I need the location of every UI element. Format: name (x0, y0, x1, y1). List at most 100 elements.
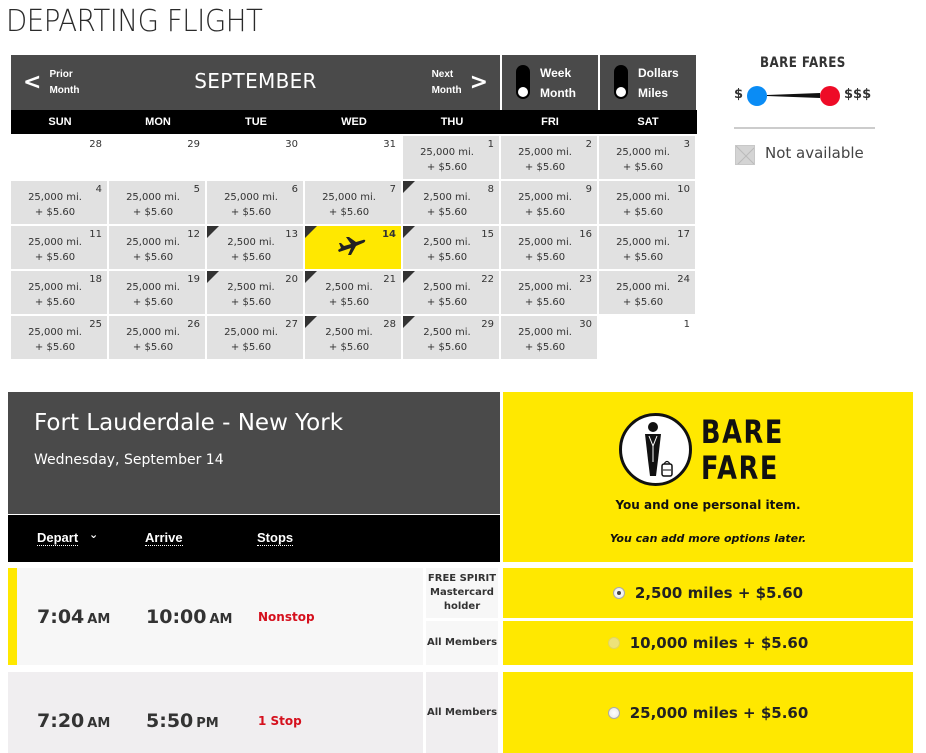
calendar-day[interactable]: 21 2,500 mi. + $5.60 (305, 271, 401, 314)
calendar-day[interactable]: 9 25,000 mi. + $5.60 (501, 181, 597, 224)
toggle-switch[interactable] (614, 65, 628, 99)
fare-radio[interactable] (607, 706, 620, 719)
calendar-day[interactable]: 18 25,000 mi. + $5.60 (11, 271, 107, 314)
day-fare: 2,500 mi. + $5.60 (403, 235, 491, 265)
fare-fee: + $5.60 (524, 252, 566, 263)
calendar-day[interactable]: 25 25,000 mi. + $5.60 (11, 316, 107, 359)
fare-fee: + $5.60 (328, 297, 370, 308)
day-fare: 25,000 mi. + $5.60 (11, 190, 99, 220)
calendar-day[interactable]: 1 25,000 mi. + $5.60 (403, 136, 499, 179)
calendar-day[interactable]: 10 25,000 mi. + $5.60 (599, 181, 695, 224)
calendar-day[interactable]: 8 2,500 mi. + $5.60 (403, 181, 499, 224)
calendar-day[interactable]: 19 25,000 mi. + $5.60 (109, 271, 205, 314)
calendar-day[interactable]: 7 25,000 mi. + $5.60 (305, 181, 401, 224)
fare-radio[interactable] (612, 587, 625, 599)
calendar-day[interactable]: 6 25,000 mi. + $5.60 (207, 181, 303, 224)
sort-depart[interactable]: Depart (37, 530, 79, 546)
calendar-day[interactable]: 17 25,000 mi. + $5.60 (599, 226, 695, 269)
toggle-switch[interactable] (516, 65, 530, 99)
day-of-week-header: SUN (48, 116, 72, 128)
day-fare: 25,000 mi. + $5.60 (109, 325, 197, 355)
calendar-day[interactable]: 30 25,000 mi. + $5.60 (501, 316, 597, 359)
price-scale: $ $$$ (734, 85, 879, 107)
calendar-day[interactable]: 22 2,500 mi. + $5.60 (403, 271, 499, 314)
calendar-day-selected[interactable]: 14 (305, 226, 401, 269)
chevron-right-icon: > (469, 69, 488, 95)
day-of-week-header: WED (341, 116, 367, 128)
day-number: 30 (285, 139, 298, 150)
toggle-option-dollars[interactable]: Dollars (638, 66, 679, 80)
toggle-option-miles[interactable]: Miles (638, 86, 668, 100)
fare-miles: 25,000 mi. (518, 327, 572, 338)
member-type-label: All Members (426, 672, 498, 753)
route-title: Fort Lauderdale - New York (34, 410, 344, 436)
fare-fee: + $5.60 (524, 342, 566, 353)
day-number: 28 (89, 139, 102, 150)
toggle-knob (616, 87, 626, 97)
fare-miles: 25,000 mi. (28, 327, 82, 338)
fare-miles: 25,000 mi. (28, 192, 82, 203)
calendar-grid: 28 29 30 31 1 25,000 mi. + $5.60 2 25,000 mi. + $… (11, 136, 699, 359)
member-type-label: FREE SPIRIT Mastercard holder (426, 568, 498, 618)
week-month-toggle[interactable]: Week Month (502, 55, 598, 110)
fare-miles: 2,500 mi. (423, 327, 471, 338)
calendar-day[interactable]: 26 25,000 mi. + $5.60 (109, 316, 205, 359)
fare-miles: 2,500 mi. (325, 327, 373, 338)
toggle-option-week[interactable]: Week (540, 66, 571, 80)
fare-fee: + $5.60 (34, 297, 76, 308)
fare-fee: + $5.60 (132, 207, 174, 218)
calendar-day[interactable]: 13 2,500 mi. + $5.60 (207, 226, 303, 269)
day-fare: 25,000 mi. + $5.60 (11, 325, 99, 355)
day-fare: 25,000 mi. + $5.60 (11, 235, 99, 265)
calendar-day[interactable]: 23 25,000 mi. + $5.60 (501, 271, 597, 314)
calendar-day[interactable]: 16 25,000 mi. + $5.60 (501, 226, 597, 269)
fare-fee: + $5.60 (230, 252, 272, 263)
fare-radio[interactable] (607, 637, 620, 649)
toggle-option-month[interactable]: Month (540, 86, 576, 100)
calendar-day[interactable]: 15 2,500 mi. + $5.60 (403, 226, 499, 269)
day-number: 29 (187, 139, 200, 150)
fare-miles: 25,000 mi. (126, 237, 180, 248)
calendar-day[interactable]: 11 25,000 mi. + $5.60 (11, 226, 107, 269)
day-fare: 2,500 mi. + $5.60 (403, 325, 491, 355)
calendar-day[interactable]: 4 25,000 mi. + $5.60 (11, 181, 107, 224)
fare-miles: 25,000 mi. (28, 282, 82, 293)
calendar-day[interactable]: 28 2,500 mi. + $5.60 (305, 316, 401, 359)
fare-option[interactable]: 25,000 miles + $5.60 (503, 672, 913, 753)
high-price-label: $$$ (844, 87, 872, 102)
day-of-week-header: TUE (245, 116, 267, 128)
fare-option[interactable]: 2,500 miles + $5.60 (503, 568, 913, 618)
fare-miles: 25,000 mi. (616, 192, 670, 203)
sort-arrive[interactable]: Arrive (145, 530, 183, 546)
personal-item-icon (619, 413, 692, 486)
day-fare: 25,000 mi. + $5.60 (207, 325, 295, 355)
fare-fee: + $5.60 (426, 207, 468, 218)
next-month-button[interactable]: Next Month > (432, 55, 488, 110)
sort-stops[interactable]: Stops (257, 530, 294, 546)
calendar-day[interactable]: 27 25,000 mi. + $5.60 (207, 316, 303, 359)
calendar-day[interactable]: 29 2,500 mi. + $5.60 (403, 316, 499, 359)
bare-fare-title: BARE FARE (701, 413, 784, 487)
fare-fee: + $5.60 (230, 342, 272, 353)
flight-row[interactable]: 7:20 AM 5:50 PM 1 Stop (8, 672, 423, 753)
day-fare: 2,500 mi. + $5.60 (403, 280, 491, 310)
low-price-label: $ (734, 87, 744, 102)
calendar-day[interactable]: 2 25,000 mi. + $5.60 (501, 136, 597, 179)
dollars-miles-toggle[interactable]: Dollars Miles (600, 55, 696, 110)
chevron-down-icon[interactable]: ⌄ (89, 528, 98, 541)
fare-fee: + $5.60 (622, 162, 664, 173)
flight-row[interactable]: 7:04 AM 10:00 AM Nonstop (8, 568, 423, 665)
day-fare: 25,000 mi. + $5.60 (109, 280, 197, 310)
day-fare: 25,000 mi. + $5.60 (501, 235, 589, 265)
day-fare: 25,000 mi. + $5.60 (109, 190, 197, 220)
sort-bar: Depart ⌄ Arrive Stops (8, 515, 500, 562)
legend-title: BARE FARES (760, 55, 846, 71)
calendar-day[interactable]: 5 25,000 mi. + $5.60 (109, 181, 205, 224)
calendar-day[interactable]: 12 25,000 mi. + $5.60 (109, 226, 205, 269)
low-price-dot (747, 86, 767, 106)
fare-fee: + $5.60 (426, 297, 468, 308)
fare-option[interactable]: 10,000 miles + $5.60 (503, 621, 913, 665)
calendar-day[interactable]: 20 2,500 mi. + $5.60 (207, 271, 303, 314)
calendar-day[interactable]: 24 25,000 mi. + $5.60 (599, 271, 695, 314)
calendar-day[interactable]: 3 25,000 mi. + $5.60 (599, 136, 695, 179)
